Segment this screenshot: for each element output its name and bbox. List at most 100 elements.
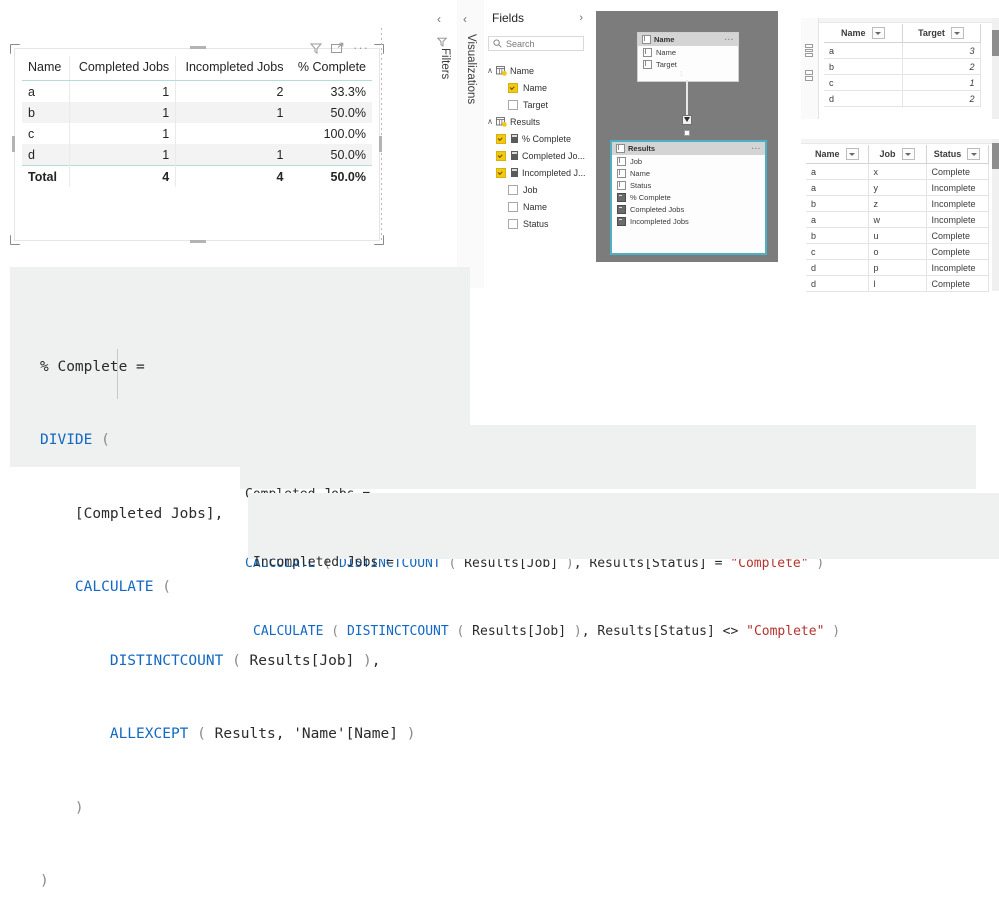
grid-view-icon[interactable]: [805, 44, 813, 58]
grid-row[interactable]: b u Complete: [806, 227, 989, 244]
grid-row[interactable]: b z Incomplete: [806, 195, 989, 212]
grid-column-header-status[interactable]: Status: [926, 145, 989, 164]
fields-measure-completed-jobs[interactable]: Completed Jo...: [484, 147, 589, 164]
fields-pane[interactable]: Fields › Search ∧ Name Name Target ∧ Res…: [484, 0, 589, 288]
fields-field-results-name[interactable]: Name: [484, 198, 589, 215]
model-field-row[interactable]: Name: [638, 46, 738, 58]
chevron-up-icon[interactable]: ∧: [484, 66, 496, 75]
grid-row[interactable]: c o Complete: [806, 243, 989, 260]
more-options-icon[interactable]: ···: [353, 41, 369, 54]
field-checkbox[interactable]: [496, 150, 506, 161]
resize-handle-left[interactable]: [12, 136, 15, 152]
card-view-icon[interactable]: [805, 70, 813, 82]
collapse-fields-chevron-icon[interactable]: ›: [579, 12, 583, 24]
grid-row[interactable]: a x Complete: [806, 163, 989, 180]
model-field-row[interactable]: Target: [638, 58, 738, 70]
field-checkbox[interactable]: [508, 99, 518, 110]
field-checkbox[interactable]: [508, 82, 518, 93]
table-row[interactable]: c 1 100.0%: [22, 123, 372, 144]
grid-row[interactable]: b 2: [824, 58, 981, 75]
grid-scroll-thumb[interactable]: [992, 30, 999, 56]
grid-column-header-name[interactable]: Name: [824, 24, 903, 43]
column-filter-dropdown-icon[interactable]: [901, 148, 915, 160]
more-options-icon[interactable]: ···: [725, 36, 735, 44]
fields-table-name[interactable]: ∧ Name: [484, 62, 589, 79]
visualizations-pane-label: Visualizations: [465, 34, 477, 105]
field-checkbox[interactable]: [496, 133, 506, 144]
model-table-card-name[interactable]: Name ··· Name Target: [637, 32, 739, 82]
column-header-incompleted-jobs[interactable]: Incompleted Jobs: [175, 56, 290, 81]
fields-field-results-job[interactable]: Job: [484, 181, 589, 198]
relationship-line[interactable]: [686, 80, 688, 120]
resize-handle-br[interactable]: [374, 235, 384, 245]
filter-icon[interactable]: [310, 42, 322, 54]
fields-field-results-status[interactable]: Status: [484, 215, 589, 232]
grid-row[interactable]: a y Incomplete: [806, 179, 989, 196]
fields-search-box[interactable]: Search: [488, 36, 584, 51]
field-checkbox[interactable]: [496, 167, 506, 178]
column-filter-dropdown-icon[interactable]: [950, 27, 964, 39]
field-checkbox[interactable]: [508, 218, 518, 229]
grid-scroll-thumb[interactable]: [992, 143, 999, 169]
chevron-up-icon[interactable]: ∧: [484, 117, 496, 126]
column-filter-dropdown-icon[interactable]: [967, 148, 981, 160]
grid-cell-name: c: [824, 74, 903, 91]
fields-measure-incompleted-jobs[interactable]: Incompleted J...: [484, 164, 589, 181]
model-diagram-canvas[interactable]: Name ··· Name Target 1 Results ··· Job N…: [596, 11, 778, 262]
fields-field-name-target[interactable]: Target: [484, 96, 589, 113]
grid-row[interactable]: a w Incomplete: [806, 211, 989, 228]
resize-handle-bl[interactable]: [10, 235, 20, 245]
relationship-endpoint-dot[interactable]: [684, 130, 690, 136]
expand-filters-chevron-icon[interactable]: ‹: [437, 12, 441, 26]
resize-handle-tl[interactable]: [10, 44, 20, 54]
dax-code-completed-jobs[interactable]: Completed Jobs = CALCULATE ( DISTINCTCOU…: [240, 425, 976, 571]
resize-handle-top[interactable]: [190, 46, 206, 49]
column-filter-dropdown-icon[interactable]: [871, 27, 885, 39]
model-table-card-results[interactable]: Results ··· Job Name Status % Complete C…: [610, 140, 767, 255]
table-visual[interactable]: Name Completed Jobs Incompleted Jobs % C…: [10, 44, 384, 245]
column-header-pct-complete[interactable]: % Complete: [289, 56, 372, 81]
model-field-row[interactable]: Job: [612, 155, 765, 167]
grid-row[interactable]: d 2: [824, 90, 981, 107]
grid-vertical-scrollbar[interactable]: [992, 18, 999, 119]
model-field-row[interactable]: Completed Jobs: [612, 203, 765, 215]
grid-row[interactable]: d l Complete: [806, 275, 989, 292]
model-field-row[interactable]: % Complete: [612, 191, 765, 203]
model-field-row[interactable]: Incompleted Jobs: [612, 215, 765, 227]
data-grid-results-table[interactable]: Name Job Status a x Complete a y Incompl…: [801, 139, 999, 292]
field-checkbox[interactable]: [508, 201, 518, 212]
more-options-icon[interactable]: ···: [752, 145, 762, 153]
field-label: Status: [523, 218, 549, 229]
model-table-header[interactable]: Results ···: [612, 142, 765, 155]
grid-row[interactable]: c 1: [824, 74, 981, 91]
table-row[interactable]: d 1 1 50.0%: [22, 144, 372, 166]
model-field-row[interactable]: Status: [612, 179, 765, 191]
model-field-row[interactable]: Name: [612, 167, 765, 179]
fields-tree[interactable]: ∧ Name Name Target ∧ Results % Complete: [484, 62, 589, 232]
expand-visualizations-chevron-icon[interactable]: ‹: [463, 12, 467, 26]
visual-header-toolbar[interactable]: ···: [310, 40, 378, 56]
grid-column-header-job[interactable]: Job: [868, 145, 927, 164]
data-grid-name-table[interactable]: Name Target a 3 b 2 c 1 d 2: [801, 18, 999, 119]
resize-handle-bottom[interactable]: [190, 240, 206, 243]
column-filter-dropdown-icon[interactable]: [845, 148, 859, 160]
column-header-name[interactable]: Name: [22, 56, 70, 81]
dax-code-incompleted-jobs[interactable]: Incompleted Jobs = CALCULATE ( DISTINCTC…: [248, 493, 999, 639]
model-table-header[interactable]: Name ···: [638, 33, 738, 46]
focus-mode-icon[interactable]: [331, 42, 344, 54]
column-header-completed-jobs[interactable]: Completed Jobs: [68, 56, 176, 81]
grid-vertical-scrollbar[interactable]: [992, 139, 999, 291]
table-row[interactable]: a 1 2 33.3%: [22, 80, 372, 102]
dax-line: Incompleted Jobs =: [253, 555, 394, 570]
grid-column-header-name[interactable]: Name: [806, 145, 869, 164]
field-checkbox[interactable]: [508, 184, 518, 195]
grid-row[interactable]: a 3: [824, 42, 981, 59]
filters-pane-collapsed[interactable]: ‹ Filters: [431, 0, 458, 288]
grid-column-header-target[interactable]: Target: [902, 24, 981, 43]
grid-row[interactable]: d p Incomplete: [806, 259, 989, 276]
visualizations-pane-collapsed[interactable]: ‹ Visualizations: [457, 0, 485, 288]
fields-field-name-name[interactable]: Name: [484, 79, 589, 96]
table-row[interactable]: b 1 1 50.0%: [22, 102, 372, 123]
fields-table-results[interactable]: ∧ Results: [484, 113, 589, 130]
fields-measure-pct-complete[interactable]: % Complete: [484, 130, 589, 147]
